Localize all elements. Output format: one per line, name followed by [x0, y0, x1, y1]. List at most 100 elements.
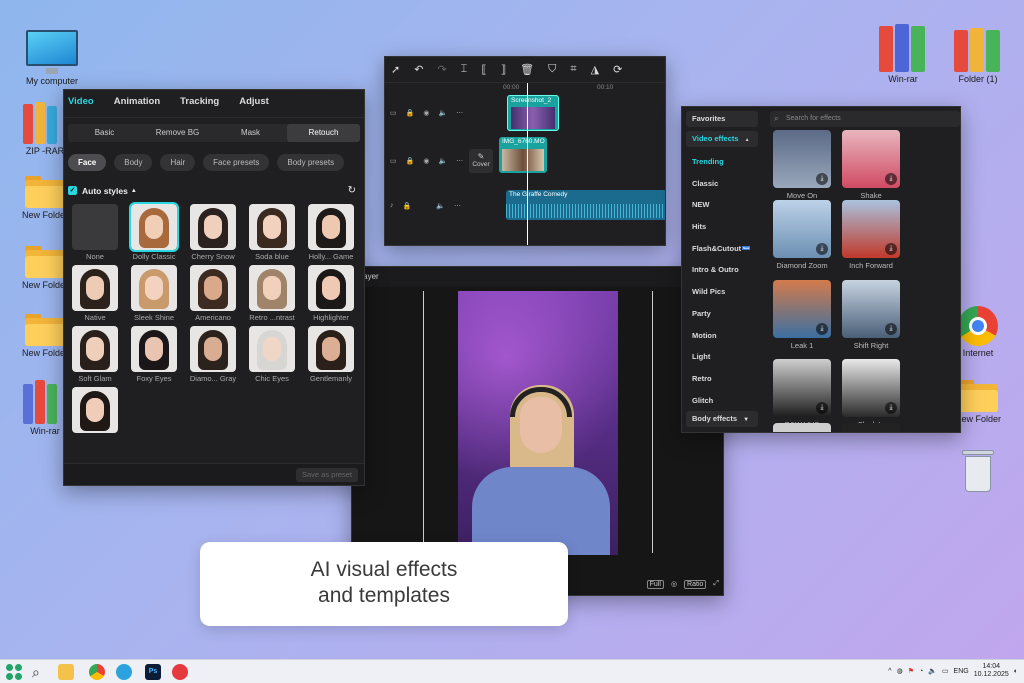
- style-option[interactable]: Sleek Shine: [125, 265, 183, 322]
- style-option[interactable]: Gentlemanly: [302, 326, 360, 383]
- style-option[interactable]: Foxy Eyes: [125, 326, 183, 383]
- sidebar-item-new[interactable]: NEW: [686, 194, 758, 216]
- sidebar-item-favorites[interactable]: Favorites: [686, 111, 758, 127]
- pill-face-presets[interactable]: Face presets: [203, 154, 270, 171]
- sidebar-item-light[interactable]: Light: [686, 346, 758, 368]
- sidebar-item-glitch[interactable]: Glitch: [686, 390, 758, 412]
- auto-styles-checkbox[interactable]: ✓: [68, 186, 77, 195]
- notifications-icon[interactable]: ◐: [1014, 668, 1018, 675]
- download-icon[interactable]: ⤓: [816, 323, 828, 335]
- clip-screenshot[interactable]: Screenshot_2: [507, 95, 559, 131]
- style-option[interactable]: Highlighter: [302, 265, 360, 322]
- style-option[interactable]: Soft Glam: [66, 326, 124, 383]
- sidebar-item-body-effects[interactable]: Body effects ▼: [686, 411, 758, 428]
- volume-icon[interactable]: 🔈: [438, 157, 447, 165]
- capcut-icon[interactable]: [172, 664, 188, 680]
- full-button[interactable]: Full: [646, 580, 664, 589]
- effect-item[interactable]: ⤓ Inch Forward: [842, 200, 900, 270]
- effect-item[interactable]: ⤓ Move On: [773, 130, 831, 200]
- auto-styles-label[interactable]: Auto styles: [82, 186, 128, 196]
- effect-thumbnail-partial[interactable]: [842, 423, 900, 432]
- desktop-icon-win-rar-right[interactable]: Win-rar: [868, 24, 938, 84]
- delete-icon[interactable]: 🗑: [520, 63, 534, 76]
- style-option[interactable]: Americano: [184, 265, 242, 322]
- fullscreen-icon[interactable]: ⤢: [713, 580, 719, 589]
- reset-icon[interactable]: ↻: [348, 185, 356, 196]
- sidebar-item-hits[interactable]: Hits: [686, 216, 758, 238]
- style-option[interactable]: [66, 387, 124, 435]
- style-option[interactable]: Chic Eyes: [243, 326, 301, 383]
- sidebar-item-wild-pics[interactable]: Wild Pics: [686, 281, 758, 303]
- flag-icon[interactable]: ⚑: [908, 667, 914, 675]
- battery-icon[interactable]: ▭: [942, 667, 949, 675]
- recycle-bin[interactable]: [943, 448, 1013, 492]
- file-explorer-icon[interactable]: [58, 664, 74, 680]
- lock-icon[interactable]: 🔒: [403, 202, 412, 210]
- telegram-icon[interactable]: [116, 664, 132, 680]
- download-icon[interactable]: ⤓: [816, 243, 828, 255]
- effect-item[interactable]: ⤓Clack In: [842, 359, 900, 429]
- pill-body-presets[interactable]: Body presets: [277, 154, 345, 171]
- photoshop-icon[interactable]: Ps: [145, 664, 161, 680]
- effect-item[interactable]: ⤓ Shift Right: [842, 280, 900, 350]
- network-status-icon[interactable]: ◍: [897, 667, 903, 675]
- caret-up-icon[interactable]: ▲: [131, 188, 137, 194]
- volume-icon[interactable]: 🔈: [438, 109, 447, 117]
- pill-body[interactable]: Body: [114, 154, 153, 171]
- style-option[interactable]: Cherry Snow: [184, 204, 242, 261]
- more-icon[interactable]: ⋯: [454, 202, 461, 210]
- split-left-icon[interactable]: ⟦: [481, 63, 486, 76]
- pill-hair[interactable]: Hair: [160, 154, 196, 171]
- select-tool-icon[interactable]: ➚: [391, 63, 400, 76]
- volume-icon[interactable]: 🔈: [436, 202, 445, 210]
- clock[interactable]: 14:04 10.12.2025: [974, 663, 1009, 679]
- download-icon[interactable]: ⤓: [816, 173, 828, 185]
- more-icon[interactable]: ⋯: [456, 109, 463, 117]
- redo-icon[interactable]: ↷: [437, 63, 446, 76]
- style-option[interactable]: Dolly Classic: [125, 202, 183, 261]
- save-as-preset-button[interactable]: Save as preset: [295, 468, 358, 482]
- marker-icon[interactable]: ⛉: [548, 63, 556, 76]
- eye-icon[interactable]: ◉: [423, 157, 429, 165]
- effect-item[interactable]: ⤓B&W VHS: [773, 359, 831, 429]
- language-indicator[interactable]: ENG: [954, 668, 969, 675]
- tab-tracking[interactable]: Tracking: [180, 96, 219, 107]
- sidebar-item-intro-outro[interactable]: Intro & Outro: [686, 259, 758, 281]
- split-right-icon[interactable]: ⟧: [501, 63, 506, 76]
- lock-icon[interactable]: 🔒: [406, 109, 415, 117]
- sidebar-item-trending[interactable]: Trending: [686, 151, 758, 173]
- more-icon[interactable]: ⋯: [456, 157, 463, 165]
- style-option[interactable]: Holly... Game: [302, 204, 360, 261]
- subtab-mask[interactable]: Mask: [214, 124, 287, 142]
- sidebar-item-video-effects[interactable]: Video effects ▲: [686, 131, 758, 147]
- ratio-button[interactable]: Ratio: [684, 580, 707, 589]
- eye-icon[interactable]: ◉: [423, 109, 429, 117]
- speaker-icon[interactable]: 🔈: [928, 667, 937, 675]
- tab-video[interactable]: Video: [68, 96, 94, 107]
- effects-search-input[interactable]: ⌕ Search for effects: [770, 111, 960, 127]
- download-icon[interactable]: ⤓: [885, 243, 897, 255]
- zoom-icon[interactable]: ◎: [671, 580, 677, 589]
- download-icon[interactable]: ⤓: [885, 173, 897, 185]
- tab-adjust[interactable]: Adjust: [239, 96, 269, 107]
- playhead[interactable]: [527, 83, 528, 245]
- sidebar-item-flash-cutout[interactable]: Flash&Cutout New: [686, 238, 758, 260]
- subtab-remove-bg[interactable]: Remove BG: [141, 124, 214, 142]
- chrome-icon[interactable]: [89, 664, 105, 680]
- start-icon[interactable]: [6, 664, 22, 680]
- download-icon[interactable]: ⤓: [816, 402, 828, 414]
- effect-thumbnail-partial[interactable]: [773, 423, 831, 432]
- pill-face[interactable]: Face: [68, 154, 107, 171]
- sidebar-item-motion[interactable]: Motion: [686, 325, 758, 347]
- desktop-icon-folder-1[interactable]: Folder (1): [943, 28, 1013, 84]
- tab-animation[interactable]: Animation: [114, 96, 160, 107]
- style-option[interactable]: Diamo... Gray: [184, 326, 242, 383]
- download-icon[interactable]: ⤓: [885, 402, 897, 414]
- audio-clip[interactable]: The Giraffe Comedy: [506, 190, 665, 220]
- sidebar-item-party[interactable]: Party: [686, 303, 758, 325]
- rotate-icon[interactable]: ⟳: [613, 63, 622, 76]
- style-option[interactable]: Retro ...ntrast: [243, 265, 301, 322]
- style-option[interactable]: Soda blue: [243, 204, 301, 261]
- mirror-icon[interactable]: ◮: [591, 63, 599, 76]
- lock-icon[interactable]: 🔒: [406, 157, 415, 165]
